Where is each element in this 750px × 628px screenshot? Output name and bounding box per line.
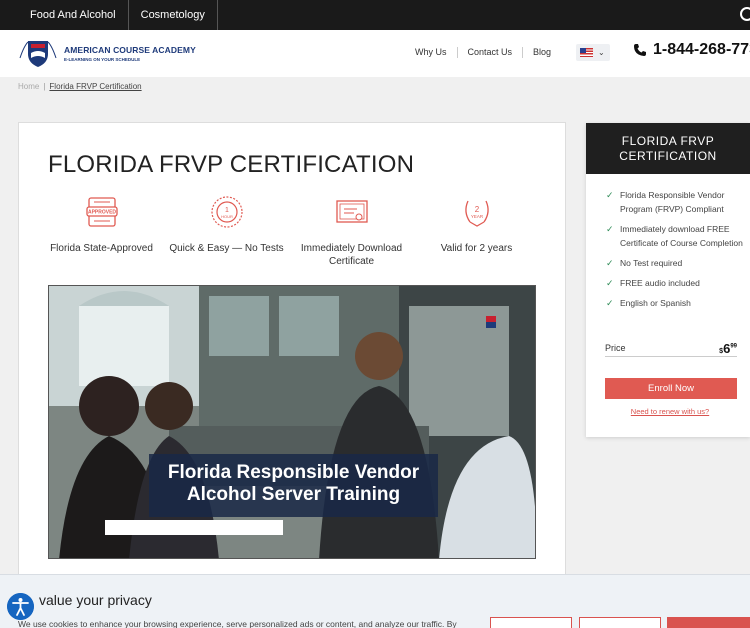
checklist-item: ✓ Florida Responsible Vendor Program (FRV… — [606, 188, 746, 216]
price-value: $699 — [719, 341, 737, 356]
price-cents: 99 — [730, 343, 737, 350]
two-year-number: 2 — [474, 205, 479, 214]
checklist-text: Florida Responsible Vendor Program (FRVP… — [620, 190, 725, 214]
enroll-now-button[interactable]: Enroll Now — [605, 378, 737, 399]
certificate-icon — [335, 200, 368, 223]
logo-title: AMERICAN COURSE ACADEMY — [64, 44, 196, 55]
nav-why-us[interactable]: Why Us — [405, 47, 458, 58]
tab-cosmetology[interactable]: Cosmetology — [129, 0, 218, 30]
site-logo[interactable]: AMERICAN COURSE ACADEMY E-LEARNING ON YO… — [18, 38, 196, 68]
cookie-consent-banner: value your privacy We use cookies to enh… — [0, 574, 750, 628]
privacy-text: We use cookies to enhance your browsing … — [18, 619, 457, 628]
hero-banner-line-2: Alcohol Server Training — [186, 484, 401, 505]
one-hour-unit: HOUR — [221, 214, 233, 219]
breadcrumb-separator: | — [43, 82, 46, 91]
feature-valid-two-years: 2 YEAR Valid for 2 years — [414, 195, 539, 268]
checklist-text: Immediately download FREE Certificate of… — [620, 224, 743, 248]
breadcrumb-home[interactable]: Home — [18, 82, 39, 91]
feature-label: Immediately Download Certificate — [300, 243, 403, 267]
price-label: Price — [605, 343, 626, 353]
chevron-down-icon: ⌄ — [598, 48, 605, 57]
checklist-text: FREE audio included — [620, 278, 700, 288]
one-hour-number: 1 — [225, 207, 229, 214]
feature-checklist: ✓ Florida Responsible Vendor Program (FRV… — [586, 174, 750, 310]
one-hour-icon: 1 HOUR — [210, 196, 243, 228]
logo-tagline: E-LEARNING ON YOUR SCHEDULE — [64, 56, 141, 62]
checklist-item: ✓ No Test required — [606, 256, 746, 270]
feature-state-approved: APPROVED Florida State-Approved — [39, 195, 164, 268]
feature-quick-easy: 1 HOUR Quick & Easy — No Tests — [164, 195, 289, 268]
phone-text: 1-844-268-7738 — [653, 41, 750, 58]
privacy-title: value your privacy — [39, 592, 152, 608]
purchase-panel: FLORIDA FRVP CERTIFICATION ✓ Florida Resp… — [586, 123, 750, 437]
checklist-item: ✓ FREE audio included — [606, 276, 746, 290]
two-year-unit: YEAR — [470, 214, 483, 219]
us-flag-icon — [580, 48, 593, 57]
checklist-item: ✓ English or Spanish — [606, 296, 746, 310]
breadcrumb-current[interactable]: Florida FRVP Certification — [49, 82, 141, 91]
phone-number[interactable]: 1-844-268-7738 — [634, 41, 750, 59]
check-icon: ✓ — [606, 258, 614, 268]
accessibility-icon[interactable] — [7, 593, 34, 620]
checklist-item: ✓ Immediately download FREE Certificate o… — [606, 222, 746, 250]
two-year-text: 2 YEAR — [470, 205, 483, 219]
feature-list: APPROVED Florida State-Approved 1 HOUR Qu… — [39, 195, 539, 268]
approved-stamp-text: APPROVED — [87, 210, 115, 216]
bar-scene-illustration — [49, 286, 535, 558]
course-card: FLORIDA FRVP CERTIFICATION APPROVED Flor… — [18, 122, 566, 592]
top-category-bar: Food And Alcohol Cosmetology — [0, 0, 750, 30]
feature-label: Valid for 2 years — [440, 243, 513, 254]
checklist-text: No Test required — [620, 258, 683, 268]
feature-download-certificate: Immediately Download Certificate — [289, 195, 414, 268]
check-icon: ✓ — [606, 278, 614, 288]
course-hero-image: Florida Responsible Vendor Alcohol Serve… — [48, 285, 536, 559]
laurel-2-year-icon: 2 YEAR — [464, 200, 489, 227]
language-selector[interactable]: ⌄ — [576, 44, 610, 61]
search-icon[interactable] — [740, 7, 750, 21]
renew-link[interactable]: Need to renew with us? — [586, 407, 750, 416]
panel-title: FLORIDA FRVP CERTIFICATION — [586, 123, 750, 174]
privacy-customize-button[interactable] — [490, 617, 572, 628]
check-icon: ✓ — [606, 190, 614, 200]
page-title: FLORIDA FRVP CERTIFICATION — [48, 151, 415, 178]
tab-food-and-alcohol[interactable]: Food And Alcohol — [0, 0, 129, 30]
hero-caption-bar — [105, 520, 283, 535]
nav-contact-us[interactable]: Contact Us — [458, 47, 524, 58]
breadcrumb: Home | Florida FRVP Certification — [18, 82, 142, 91]
phone-icon — [634, 44, 646, 56]
privacy-accept-button[interactable] — [667, 617, 750, 628]
one-hour-text: 1 HOUR — [221, 207, 233, 219]
checklist-text: English or Spanish — [620, 298, 691, 308]
main-nav: Why Us Contact Us Blog — [405, 47, 561, 58]
hero-banner: Florida Responsible Vendor Alcohol Serve… — [149, 454, 438, 517]
approved-stamp-icon: APPROVED — [85, 197, 118, 227]
privacy-reject-button[interactable] — [579, 617, 661, 628]
check-icon: ✓ — [606, 224, 614, 234]
academy-shield-icon — [19, 41, 57, 67]
site-header: AMERICAN COURSE ACADEMY E-LEARNING ON YO… — [0, 30, 750, 77]
check-icon: ✓ — [606, 298, 614, 308]
feature-label: Florida State-Approved — [50, 243, 153, 254]
hero-banner-line-1: Florida Responsible Vendor — [167, 462, 420, 483]
price-row: Price $699 — [605, 341, 737, 357]
nav-blog[interactable]: Blog — [523, 47, 561, 58]
feature-label: Quick & Easy — No Tests — [169, 243, 284, 254]
